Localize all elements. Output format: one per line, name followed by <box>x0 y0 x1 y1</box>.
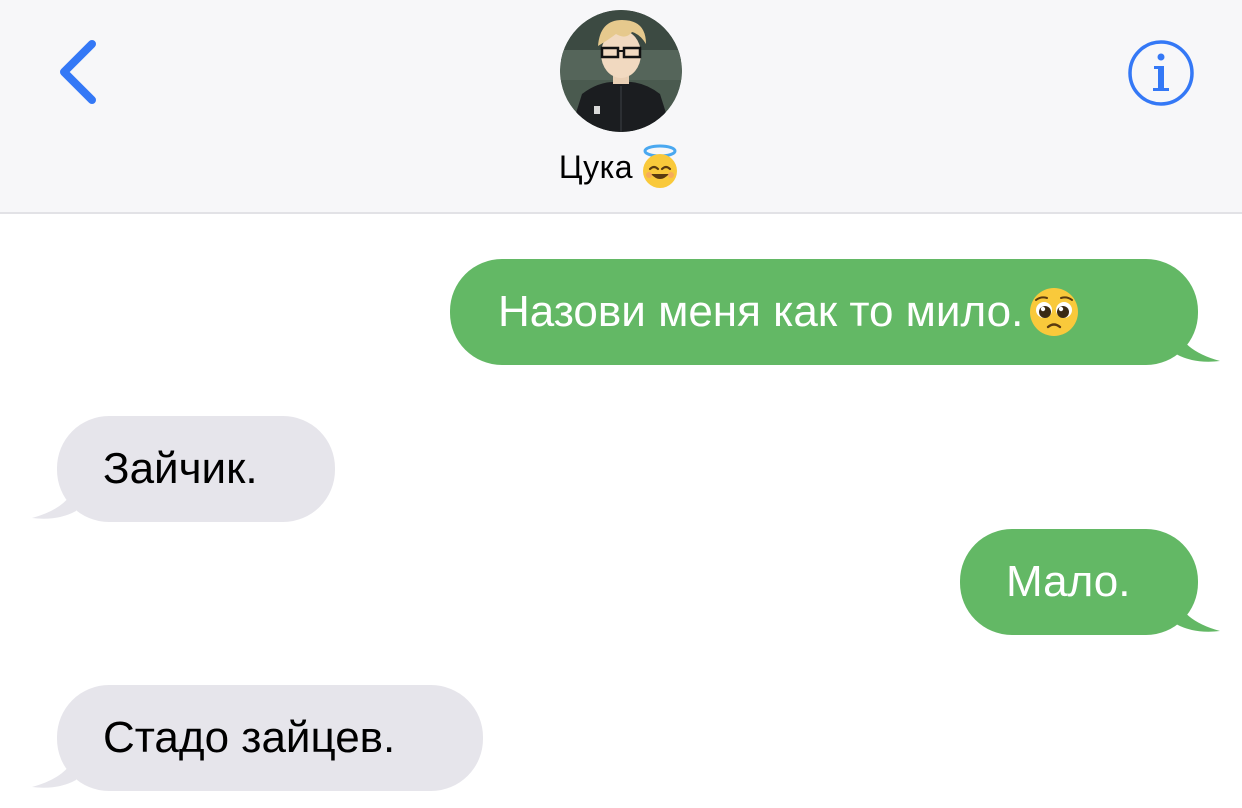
message-text: Стадо зайцев. <box>103 713 396 762</box>
info-button[interactable] <box>1126 38 1196 108</box>
message-bubble-outgoing[interactable]: Мало. <box>960 529 1198 635</box>
pleading-face-icon <box>1030 288 1079 336</box>
contact-avatar[interactable] <box>560 10 682 132</box>
message-bubble-incoming[interactable]: Зайчик. <box>57 416 335 522</box>
contact-name: Цука <box>558 148 634 185</box>
messages-screen: Цука Назови меня как то мило. Зайчик. Ма… <box>0 0 1242 808</box>
chevron-left-icon <box>60 40 96 104</box>
message-text: Мало. <box>1006 557 1131 606</box>
contact-name-row[interactable]: Цука <box>0 142 1242 192</box>
message-bubble-incoming[interactable]: Стадо зайцев. <box>57 685 483 791</box>
smiling-face-with-halo-icon <box>643 144 678 188</box>
back-button[interactable] <box>52 36 112 108</box>
conversation-header: Цука <box>0 0 1242 214</box>
message-bubble-outgoing[interactable]: Назови меня как то мило. <box>450 259 1198 365</box>
message-text: Зайчик. <box>103 444 258 493</box>
info-circle-icon <box>1128 40 1194 106</box>
message-text: Назови меня как то мило. <box>498 287 1024 336</box>
